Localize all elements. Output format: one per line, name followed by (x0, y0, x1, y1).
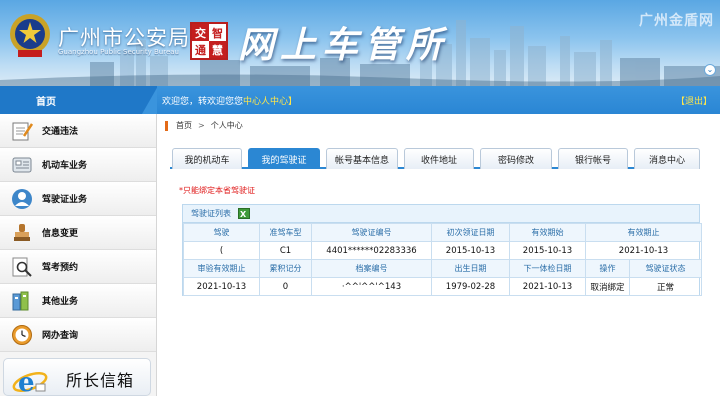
table-cell: 1979-02-28 (431, 277, 510, 296)
director-mailbox-label: 所长信箱 (66, 371, 135, 390)
table-cell: 0 (259, 277, 312, 296)
table-cell: ( (183, 241, 260, 260)
table-header-row: 驾驶 准驾车型 驾驶证编号 初次领证日期 有效期始 有效期止 (183, 223, 702, 242)
column-header: 操作 (585, 259, 630, 278)
column-header: 准驾车型 (259, 223, 312, 242)
breadcrumb-marker (165, 120, 168, 131)
column-header: 有效期止 (585, 223, 702, 242)
column-header: 累积记分 (259, 259, 312, 278)
svg-text:X: X (240, 210, 247, 219)
sidebar-item-vehicle-business[interactable]: 机动车业务 (0, 148, 156, 182)
tab-password-change[interactable]: 密码修改 (480, 148, 552, 169)
tab-message-center[interactable]: 消息中心 (634, 148, 700, 169)
sidebar: 交通违法 机动车业务 驾驶证业务 信息变更 驾考预约 其他业务 网办查询 e 所… (0, 114, 157, 396)
home-tab-label: 首页 (36, 96, 56, 108)
sidebar-item-label: 驾驶证业务 (42, 195, 88, 205)
sidebar-item-label: 机动车业务 (42, 161, 88, 171)
breadcrumb-current: 个人中心 (210, 121, 243, 130)
column-header: 初次领证日期 (431, 223, 510, 242)
stamp-icon (10, 222, 34, 244)
column-header: 审验有效期止 (183, 259, 260, 278)
person-icon (10, 188, 34, 210)
personal-center-link[interactable]: 中心 (243, 94, 261, 107)
breadcrumb-home-link[interactable]: 首页 (176, 120, 192, 131)
binding-notice: *只能绑定本省驾驶证 (179, 186, 255, 195)
corner-site-logo[interactable]: 广州金盾网 (639, 10, 714, 30)
sidebar-item-traffic-violation[interactable]: 交通违法 (0, 114, 156, 148)
sidebar-item-label: 驾考预约 (42, 263, 79, 273)
chevron-down-icon: ⌄ (706, 65, 714, 74)
site-title: 网上车管所 (238, 24, 449, 66)
header-banner: 广州市公安局 Guangzhou Public Security Bureau … (0, 0, 720, 86)
table-cell: 4401******02283336 (311, 241, 432, 260)
breadcrumb-separator: > (198, 121, 205, 130)
excel-export-icon[interactable]: X (238, 208, 250, 219)
table-row: ( C1 4401******02283336 2015-10-13 2015-… (183, 241, 702, 260)
notepad-icon (10, 120, 34, 142)
table-cell: 2015-10-13 (509, 241, 586, 260)
tab-bank-account[interactable]: 银行帐号 (558, 148, 628, 169)
sidebar-item-other-business[interactable]: 其他业务 (0, 284, 156, 318)
ie-logo-icon: e (12, 368, 48, 396)
license-list-panel: 驾驶证列表 X 驾驶 准驾车型 驾驶证编号 初次领证日期 有效期始 有效期止 (… (182, 204, 702, 296)
table-cell: 2021-10-13 (585, 241, 702, 260)
sidebar-item-label: 信息变更 (42, 229, 79, 239)
tab-my-license[interactable]: 我的驾驶证 (248, 148, 320, 169)
welcome-text: 欢迎您，转欢迎您您 (162, 96, 244, 107)
license-list-title: 驾驶证列表 (191, 209, 231, 218)
breadcrumb: 首页 > 个人中心 (165, 120, 243, 131)
table-cell: 2015-10-13 (431, 241, 510, 260)
seal-char: 通 (195, 43, 206, 57)
table-cell: 2021-10-13 (183, 277, 260, 296)
table-cell: 2021-10-13 (509, 277, 586, 296)
seal-char: 慧 (209, 41, 226, 58)
license-list-header: 驾驶证列表 X (183, 205, 699, 223)
car-icon (10, 154, 34, 176)
column-header: 档案编号 (311, 259, 432, 278)
tab-mailing-address[interactable]: 收件地址 (404, 148, 474, 169)
sidebar-item-online-query[interactable]: 网办查询 (0, 318, 156, 352)
column-header: 出生日期 (431, 259, 510, 278)
collapse-header-button[interactable]: ⌄ (704, 64, 716, 76)
sidebar-item-exam-booking[interactable]: 驾考预约 (0, 250, 156, 284)
top-bar: 首页 欢迎您，转欢迎您您 中心 人中心】 【退出】 (0, 86, 720, 114)
welcome-strip: 欢迎您，转欢迎您您 中心 人中心】 【退出】 (157, 86, 720, 114)
table-header-row: 审验有效期止 累积记分 档案编号 出生日期 下一体检日期 操作 驾驶证状态 (183, 259, 702, 278)
table-cell: C1 (259, 241, 312, 260)
seal-char: 交 (192, 24, 209, 41)
magnifier-icon (10, 256, 34, 278)
column-header: 有效期始 (509, 223, 586, 242)
tab-bar: 我的机动车 我的驾驶证 帐号基本信息 收件地址 密码修改 银行帐号 消息中心 (170, 148, 700, 169)
main-content: 首页 > 个人中心 我的机动车 我的驾驶证 帐号基本信息 收件地址 密码修改 银… (157, 114, 720, 396)
license-table: 驾驶 准驾车型 驾驶证编号 初次领证日期 有效期始 有效期止 ( C1 4401… (183, 223, 702, 296)
sidebar-item-info-change[interactable]: 信息变更 (0, 216, 156, 250)
column-header: 驾驶证状态 (629, 259, 702, 278)
clock-icon (10, 324, 34, 346)
smart-traffic-seal: 交 智 通 慧 (190, 22, 228, 60)
license-status-cell: 正常 (629, 277, 702, 296)
column-header: 下一体检日期 (509, 259, 586, 278)
home-tab[interactable]: 首页 (0, 86, 158, 114)
sidebar-item-license-business[interactable]: 驾驶证业务 (0, 182, 156, 216)
bureau-name-en: Guangzhou Public Security Bureau (58, 48, 179, 56)
table-row: 2021-10-13 0 ·^^'^^'^143 1979-02-28 2021… (183, 277, 702, 296)
seal-char: 智 (212, 26, 223, 40)
column-header: 驾驶 (183, 223, 260, 242)
logout-link[interactable]: 【退出】 (676, 94, 712, 107)
unbind-link[interactable]: 取消绑定 (585, 277, 630, 296)
database-icon (10, 290, 34, 312)
sidebar-item-label: 其他业务 (42, 297, 79, 307)
table-cell: ·^^'^^'^143 (311, 277, 432, 296)
svg-text:e: e (18, 368, 35, 396)
director-mailbox-banner[interactable]: e 所长信箱 (3, 358, 151, 396)
personal-center-link-suffix[interactable]: 人中心】 (261, 94, 297, 107)
column-header: 驾驶证编号 (311, 223, 432, 242)
sidebar-item-label: 交通违法 (42, 127, 79, 137)
tab-my-vehicles[interactable]: 我的机动车 (172, 148, 242, 169)
police-emblem-logo (10, 14, 50, 57)
tab-account-info[interactable]: 帐号基本信息 (326, 148, 398, 169)
sidebar-item-label: 网办查询 (42, 331, 79, 341)
